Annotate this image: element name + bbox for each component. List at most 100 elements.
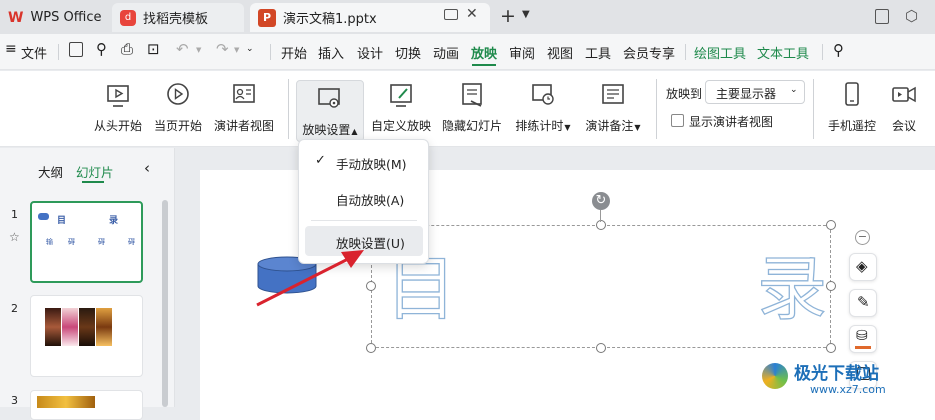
slide-thumbnail-2[interactable]	[30, 295, 143, 377]
thumb-cylinder-icon	[38, 213, 49, 220]
undo-icon[interactable]: ↶	[176, 40, 189, 58]
video-camera-icon	[892, 86, 916, 103]
meeting-button[interactable]: 会议	[884, 77, 924, 143]
caret-up-icon: ▲	[351, 127, 358, 136]
caret-down-icon: ▼	[634, 123, 641, 132]
more-icon[interactable]: ⌄	[246, 44, 254, 54]
presenter-view-button[interactable]: 演讲者视图	[210, 77, 278, 143]
menu-design[interactable]: 设计	[357, 43, 383, 62]
custom-show-button[interactable]: 自定义放映	[369, 77, 433, 143]
tab-outline[interactable]: 大纲	[38, 162, 63, 181]
redo-dropdown-icon[interactable]: ▼	[234, 46, 239, 54]
menu-item-label: 自动放映(A)	[336, 193, 405, 208]
watermark-url: www.xz7.com	[810, 383, 886, 396]
menu-slideshow[interactable]: 放映	[471, 43, 497, 62]
hide-slide-button[interactable]: 隐藏幻灯片	[439, 77, 505, 143]
menu-item-auto-show[interactable]: 自动放映(A)	[305, 183, 423, 213]
tab-wps-office[interactable]: W WPS Office	[0, 3, 108, 32]
menu-animation[interactable]: 动画	[433, 43, 459, 62]
cube-icon[interactable]: ⬡	[905, 7, 918, 25]
pen-button[interactable]: ✎	[849, 289, 877, 317]
button-label-wrap: 演讲备注▼	[585, 117, 640, 134]
print-preview-icon[interactable]: ⊡	[147, 40, 160, 58]
button-label: 演讲者视图	[213, 119, 274, 133]
monitor-icon[interactable]	[444, 9, 458, 20]
menu-insert[interactable]: 插入	[318, 43, 344, 62]
button-label: 手机遥控	[827, 119, 876, 133]
share-icon[interactable]: ⚲	[96, 40, 107, 58]
redo-icon[interactable]: ↷	[216, 40, 229, 58]
menu-text-tools[interactable]: 文本工具	[757, 43, 809, 62]
custom-show-icon	[390, 84, 412, 107]
divider	[685, 44, 686, 60]
rotate-handle-icon[interactable]: ↻	[592, 192, 610, 210]
thumb-title-left: 目	[57, 216, 67, 226]
button-label: 演讲备注	[585, 119, 634, 133]
resize-handle[interactable]	[366, 343, 376, 353]
fill-button[interactable]: ⛁	[849, 325, 877, 353]
tab-templates[interactable]: d 找稻壳模板	[112, 3, 244, 32]
new-tab-icon[interactable]: +	[500, 5, 516, 27]
menu-review[interactable]: 审阅	[509, 43, 535, 62]
from-start-button[interactable]: 从头开始	[90, 77, 146, 143]
monitor-select[interactable]: 主要显示器 ⌄	[705, 80, 805, 104]
menu-item-manual-show[interactable]: ✓ 手动放映(M)	[305, 147, 423, 177]
check-icon: ✓	[315, 153, 326, 168]
thumb-item: 碍	[68, 238, 75, 246]
menu-view[interactable]: 视图	[547, 43, 573, 62]
menu-home[interactable]: 开始	[281, 43, 307, 62]
menu-item-show-settings[interactable]: 放映设置(U)	[305, 226, 423, 256]
show-presenter-label: 显示演讲者视图	[689, 115, 774, 129]
menu-tools[interactable]: 工具	[585, 43, 611, 62]
close-tab-icon[interactable]: ✕	[466, 6, 478, 22]
collapse-toolbar-icon[interactable]: −	[855, 230, 870, 245]
show-presenter-checkbox[interactable]	[671, 114, 684, 127]
menu-file[interactable]: 文件	[21, 43, 47, 62]
tab-slides[interactable]: 幻灯片	[76, 162, 114, 181]
undo-dropdown-icon[interactable]: ▼	[196, 46, 201, 54]
save-icon[interactable]	[69, 42, 83, 57]
from-current-button[interactable]: 当页开始	[150, 77, 206, 143]
slideshow-settings-button[interactable]: 放映设置▲	[296, 80, 364, 142]
docer-logo-icon: d	[120, 9, 136, 26]
caret-down-icon: ▼	[564, 123, 571, 132]
menu-transition[interactable]: 切换	[395, 43, 421, 62]
wps-logo-icon: W	[8, 9, 24, 26]
divider	[58, 44, 59, 60]
menu-item-label: 手动放映(M)	[336, 157, 407, 172]
resize-handle[interactable]	[366, 281, 376, 291]
chevron-down-icon[interactable]: ▼	[522, 9, 530, 20]
rehearse-timing-button[interactable]: 排练计时▼	[511, 77, 575, 143]
monitor-select-value: 主要显示器	[716, 87, 777, 101]
sidebar-scrollbar[interactable]	[162, 200, 168, 407]
print-icon[interactable]: ⎙	[121, 40, 133, 58]
text-box-selection[interactable]: 目 录	[371, 225, 831, 348]
watermark: 极光下载站 www.xz7.com	[762, 357, 932, 405]
pen-icon: ✎	[857, 293, 870, 311]
slide-thumbnail-1[interactable]: 目 录 输 碍 碍 碍	[30, 201, 143, 283]
star-icon[interactable]: ☆	[9, 230, 20, 244]
menu-drawing-tools[interactable]: 绘图工具	[694, 43, 746, 62]
window-layout-icon[interactable]	[875, 9, 889, 24]
layers-icon: ◈	[856, 257, 868, 275]
divider	[813, 79, 814, 139]
layers-button[interactable]: ◈	[849, 253, 877, 281]
phone-remote-button[interactable]: 手机遥控	[824, 77, 880, 143]
tab-document[interactable]: P 演示文稿1.pptx ✕	[250, 3, 490, 32]
button-label: 从头开始	[93, 119, 142, 133]
slide-thumbnail-3[interactable]	[30, 390, 143, 420]
speaker-notes-button[interactable]: 演讲备注▼	[581, 77, 645, 143]
collapse-sidebar-icon[interactable]: ‹	[144, 159, 150, 177]
resize-handle[interactable]	[826, 281, 836, 291]
resize-handle[interactable]	[596, 220, 606, 230]
play-circle-icon	[167, 83, 189, 105]
slide-number: 1	[11, 208, 18, 221]
resize-handle[interactable]	[826, 343, 836, 353]
thumb-photo	[37, 396, 95, 408]
resize-handle[interactable]	[826, 220, 836, 230]
menu-member[interactable]: 会员专享	[623, 43, 675, 62]
hamburger-icon[interactable]: ≡	[5, 41, 17, 57]
resize-handle[interactable]	[596, 343, 606, 353]
search-icon[interactable]: ⚲	[833, 41, 844, 59]
ppt-file-icon: P	[258, 8, 276, 27]
